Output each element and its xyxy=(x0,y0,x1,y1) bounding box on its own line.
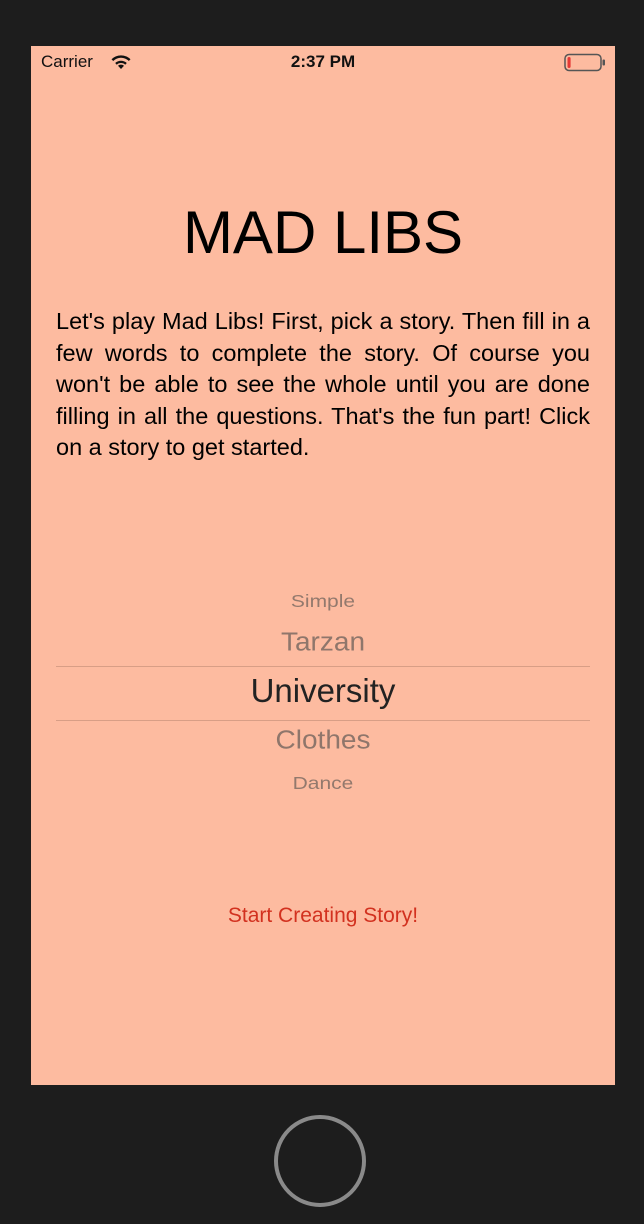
picker-selection-line-bottom xyxy=(56,720,590,721)
page-title: MAD LIBS xyxy=(182,199,464,266)
picker-item-tarzan[interactable]: Tarzan xyxy=(56,627,590,656)
picker-item-simple[interactable]: Simple xyxy=(56,592,590,612)
start-creating-story-button[interactable]: Start Creating Story! xyxy=(31,904,615,928)
picker-selection-line-top xyxy=(56,666,590,667)
story-picker[interactable]: Simple Tarzan University Clothes Dance xyxy=(56,586,590,816)
phone-device: Carrier 2:37 PM MAD LIBS Let's play Mad … xyxy=(0,0,644,1224)
app-screen: Carrier 2:37 PM MAD LIBS Let's play Mad … xyxy=(31,46,615,1085)
picker-item-dance[interactable]: Dance xyxy=(56,774,590,794)
picker-item-clothes[interactable]: Clothes xyxy=(56,725,590,754)
picker-item-university-selected[interactable]: University xyxy=(56,672,590,710)
battery-icon xyxy=(564,53,605,72)
status-time: 2:37 PM xyxy=(290,52,356,71)
intro-text: Let's play Mad Libs! First, pick a story… xyxy=(56,308,590,460)
status-bar: Carrier 2:37 PM xyxy=(31,46,615,78)
home-button[interactable] xyxy=(274,1115,366,1207)
